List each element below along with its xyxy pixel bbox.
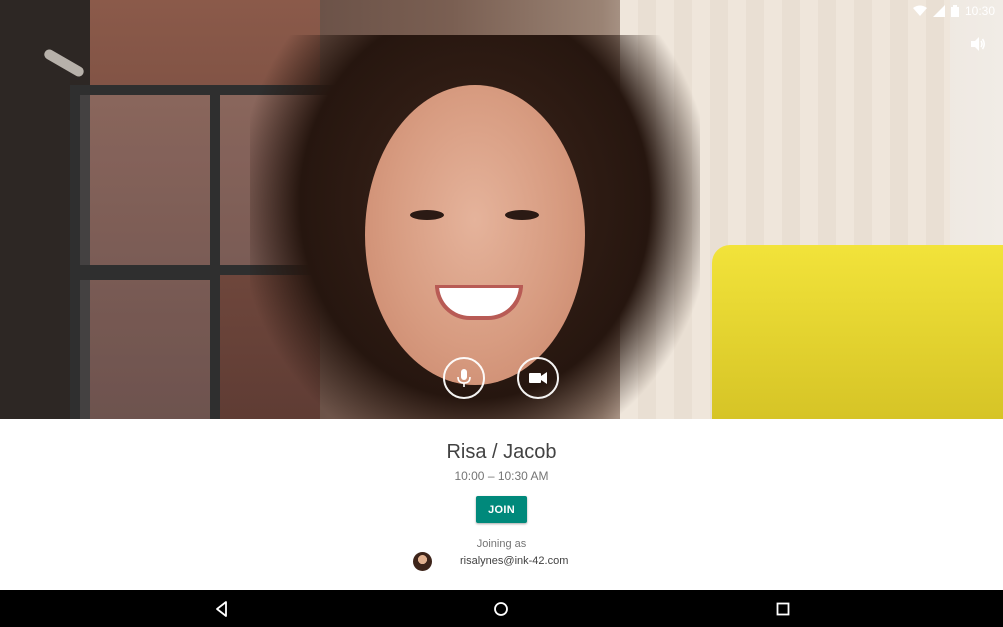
window-pane	[70, 85, 220, 275]
avatar	[413, 552, 432, 571]
volume-icon[interactable]	[969, 35, 987, 53]
status-bar: 10:30	[912, 0, 1003, 22]
camera-controls	[0, 357, 1003, 401]
account-email: risalynes@ink-42.com	[460, 555, 569, 567]
status-time: 10:30	[964, 4, 995, 18]
join-button[interactable]: JOIN	[476, 496, 527, 523]
microphone-icon	[457, 369, 471, 387]
battery-icon	[950, 5, 959, 17]
camera-button[interactable]	[517, 357, 559, 399]
signal-icon	[932, 5, 945, 17]
joining-as-label: Joining as	[476, 538, 527, 550]
wifi-icon	[912, 5, 927, 16]
microphone-button[interactable]	[443, 357, 485, 399]
meeting-title: Risa / Jacob	[446, 441, 557, 463]
camera-preview: 10:30	[0, 0, 1003, 419]
meeting-time: 10:00 – 10:30 AM	[454, 469, 549, 483]
home-icon[interactable]	[490, 598, 512, 620]
video-camera-icon	[529, 372, 547, 384]
participant-eye	[505, 210, 539, 220]
meeting-panel: Risa / Jacob 10:00 – 10:30 AM JOIN Joini…	[0, 419, 1003, 590]
recents-icon[interactable]	[772, 598, 794, 620]
participant-face	[365, 85, 585, 385]
navigation-bar	[0, 590, 1003, 627]
back-icon[interactable]	[211, 598, 233, 620]
participant-mouth	[435, 285, 523, 320]
participant-eye	[410, 210, 444, 220]
